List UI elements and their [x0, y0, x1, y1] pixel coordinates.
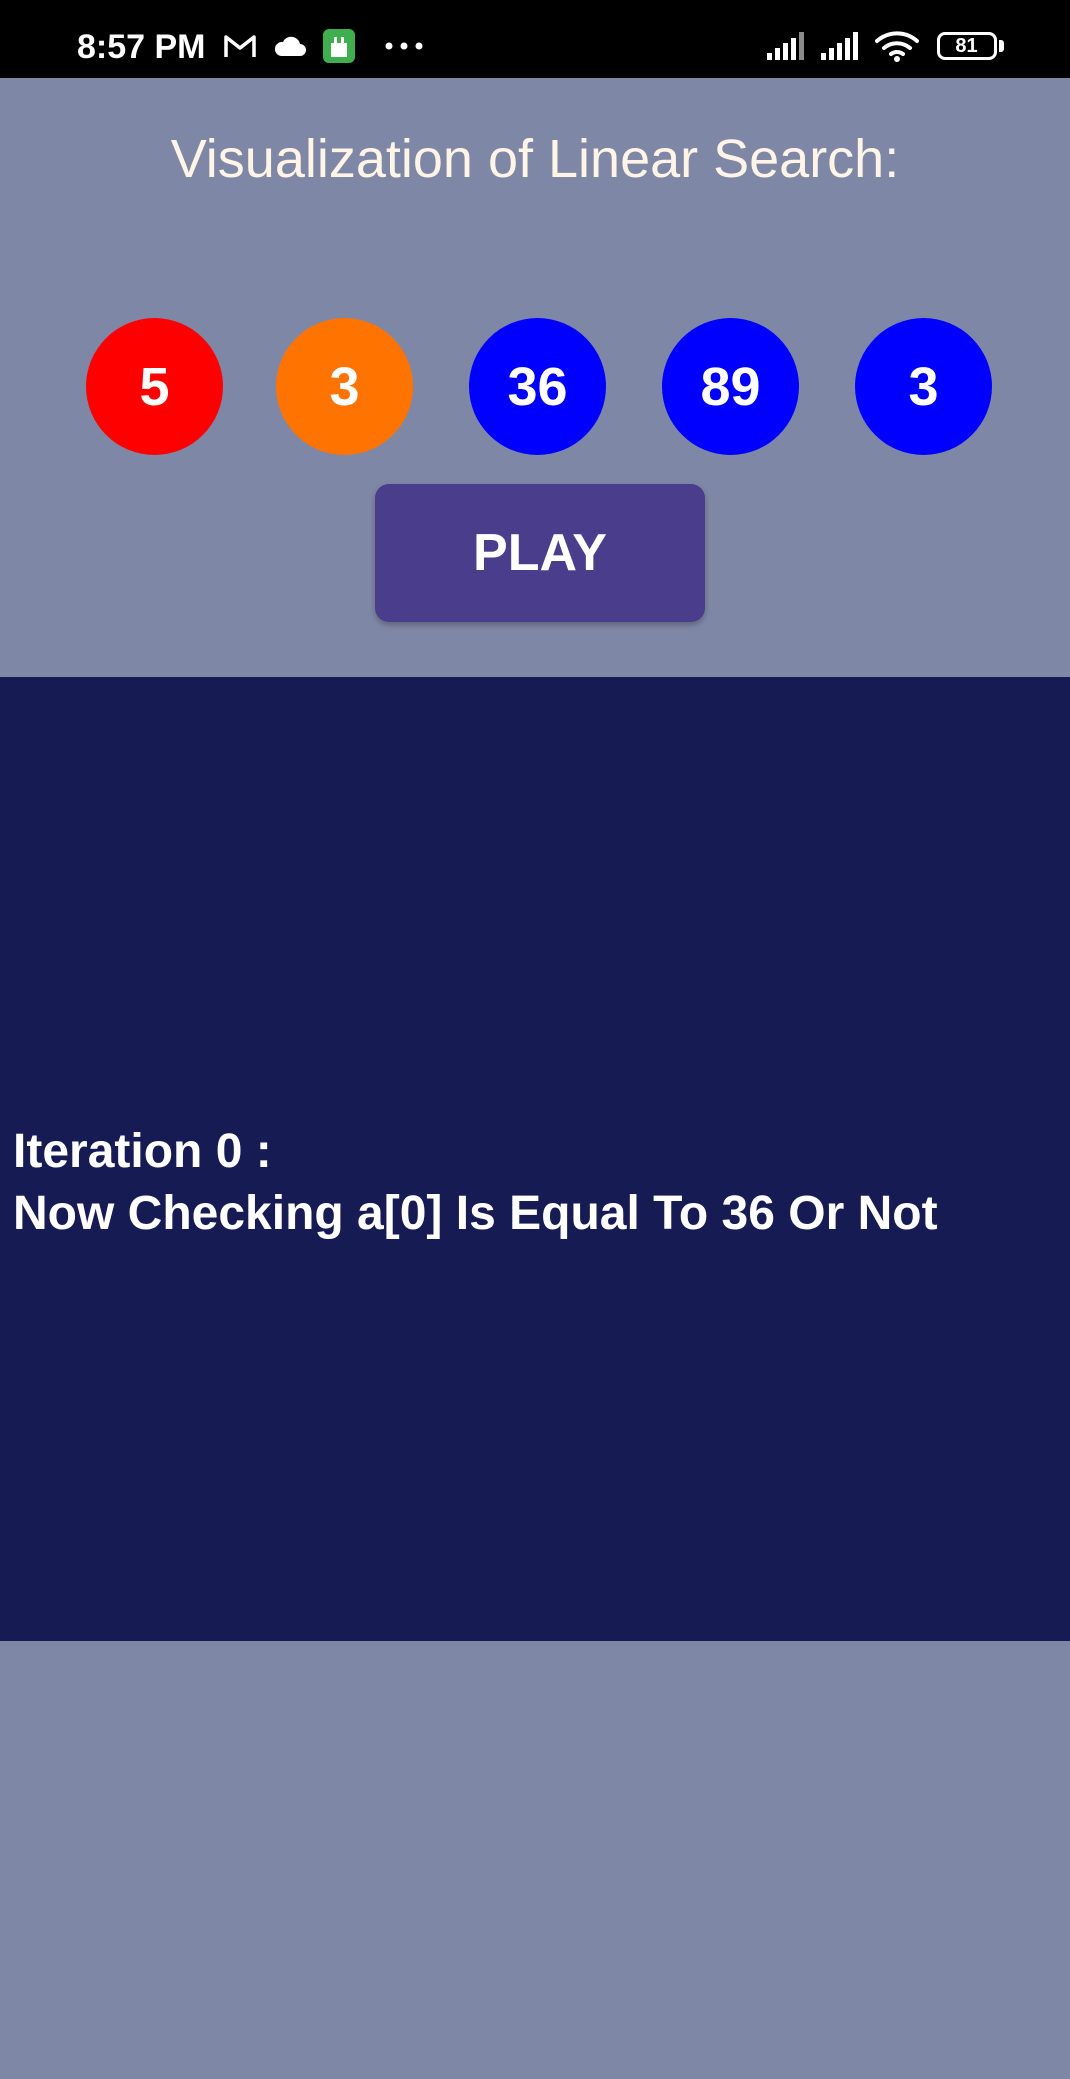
gmail-icon: [222, 26, 258, 66]
array-element: 36: [469, 318, 606, 455]
play-button[interactable]: PLAY: [375, 484, 705, 622]
page-title: Visualization of Linear Search:: [170, 129, 900, 189]
signal-icon: [818, 26, 862, 66]
iteration-label: Iteration 0 :: [13, 1125, 272, 1178]
array-row: 5 3 36 89 3: [0, 318, 1070, 456]
status-time: 8:57 PM: [77, 28, 206, 66]
status-bar: 8:57 PM 81: [0, 0, 1070, 78]
signal-icon: [764, 26, 808, 66]
wifi-icon: [874, 26, 920, 66]
array-element: 5: [86, 318, 223, 455]
battery-level: 81: [936, 32, 997, 60]
cloud-icon: [272, 26, 308, 66]
check-message: Now Checking a[0] Is Equal To 36 Or Not: [13, 1187, 938, 1240]
battery-icon: 81: [934, 26, 1006, 66]
output-panel: Iteration 0 : Now Checking a[0] Is Equal…: [0, 677, 1070, 1641]
array-element: 3: [855, 318, 992, 455]
output-text: Iteration 0 : Now Checking a[0] Is Equal…: [13, 1121, 938, 1245]
array-element: 3: [276, 318, 413, 455]
more-dots-icon: [383, 26, 425, 66]
app-icon: [322, 26, 356, 66]
array-element: 89: [662, 318, 799, 455]
